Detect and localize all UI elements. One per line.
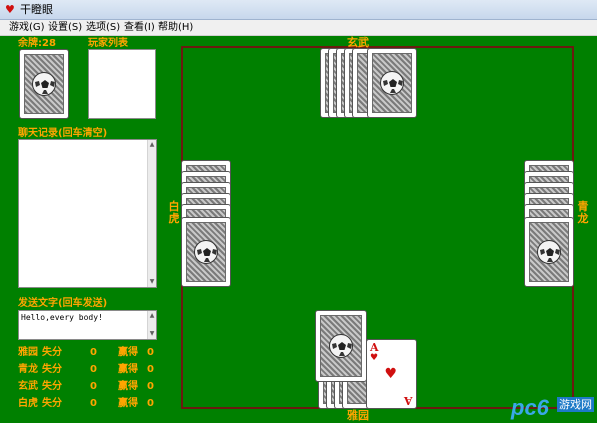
score-lose-value: 0 (90, 398, 97, 409)
score-name: 白虎 (18, 398, 38, 409)
score-win-value: 0 (147, 364, 154, 375)
soccer-ball-icon (194, 240, 218, 264)
seat-label-right: 青龙 (577, 200, 589, 225)
scroll-up-icon[interactable]: ▲ (148, 141, 156, 149)
score-lose-label: 失分 (42, 364, 62, 375)
seat-label-left: 白虎 (168, 200, 180, 225)
opponent-card-back (367, 48, 417, 118)
chat-scrollbar[interactable]: ▲ ▼ (147, 140, 156, 287)
score-lose-value: 0 (90, 364, 97, 375)
score-win-label: 赢得 (118, 347, 138, 358)
opponent-card-back (181, 217, 231, 287)
score-name: 青龙 (18, 364, 38, 375)
played-card-ace-hearts[interactable]: A ♥ ♥ A (366, 339, 417, 409)
title-bar: ♥ 干瞪眼 (0, 0, 597, 20)
heart-icon: ♥ (5, 3, 15, 16)
menu-view[interactable]: 查看(I) (124, 21, 155, 35)
heart-icon: ♥ (370, 353, 379, 363)
score-win-label: 赢得 (118, 398, 138, 409)
scroll-up-icon[interactable]: ▲ (148, 312, 156, 320)
score-lose-label: 失分 (42, 381, 62, 392)
send-label: 发送文字(回车发送) (18, 298, 108, 309)
send-input-text[interactable]: Hello,every body! (21, 313, 103, 322)
scroll-down-icon[interactable]: ▼ (148, 330, 156, 338)
score-win-value: 0 (147, 347, 154, 358)
watermark-brand: pc6 (511, 395, 549, 420)
scroll-down-icon[interactable]: ▼ (148, 278, 156, 286)
send-input-box[interactable]: Hello,every body! ▲ ▼ (18, 310, 157, 340)
menu-bar: 游戏(G) 设置(S) 选项(S) 查看(I) 帮助(H) (0, 20, 597, 36)
score-lose-label: 失分 (42, 398, 62, 409)
soccer-ball-icon (32, 72, 56, 96)
score-name: 玄武 (18, 381, 38, 392)
soccer-ball-icon (329, 334, 353, 358)
chat-log-box[interactable]: ▲ ▼ (18, 139, 157, 288)
send-scrollbar[interactable]: ▲ ▼ (147, 311, 156, 339)
watermark: pc6 游戏网 (507, 393, 597, 423)
score-win-value: 0 (147, 381, 154, 392)
deck-card-back (19, 49, 69, 119)
score-lose-label: 失分 (42, 347, 62, 358)
score-win-value: 0 (147, 398, 154, 409)
deal-card-back (315, 310, 367, 382)
score-lose-value: 0 (90, 381, 97, 392)
game-window: ♥ 干瞪眼 游戏(G) 设置(S) 选项(S) 查看(I) 帮助(H) 余牌: … (0, 0, 597, 423)
card-rank: A (404, 394, 413, 407)
seat-label-bottom: 雅园 (347, 409, 369, 422)
score-lose-value: 0 (90, 347, 97, 358)
menu-options[interactable]: 选项(S) (86, 21, 120, 35)
score-win-label: 赢得 (118, 364, 138, 375)
watermark-sub: 游戏网 (557, 397, 594, 412)
soccer-ball-icon (537, 240, 561, 264)
menu-help[interactable]: 帮助(H) (158, 21, 193, 35)
menu-game[interactable]: 游戏(G) (9, 21, 45, 35)
player-list-box[interactable] (88, 49, 156, 119)
score-name: 雅园 (18, 347, 38, 358)
score-win-label: 赢得 (118, 381, 138, 392)
soccer-ball-icon (380, 71, 404, 95)
menu-settings[interactable]: 设置(S) (48, 21, 82, 35)
heart-icon: ♥ (384, 366, 398, 382)
opponent-card-back (524, 217, 574, 287)
window-title: 干瞪眼 (20, 3, 53, 16)
